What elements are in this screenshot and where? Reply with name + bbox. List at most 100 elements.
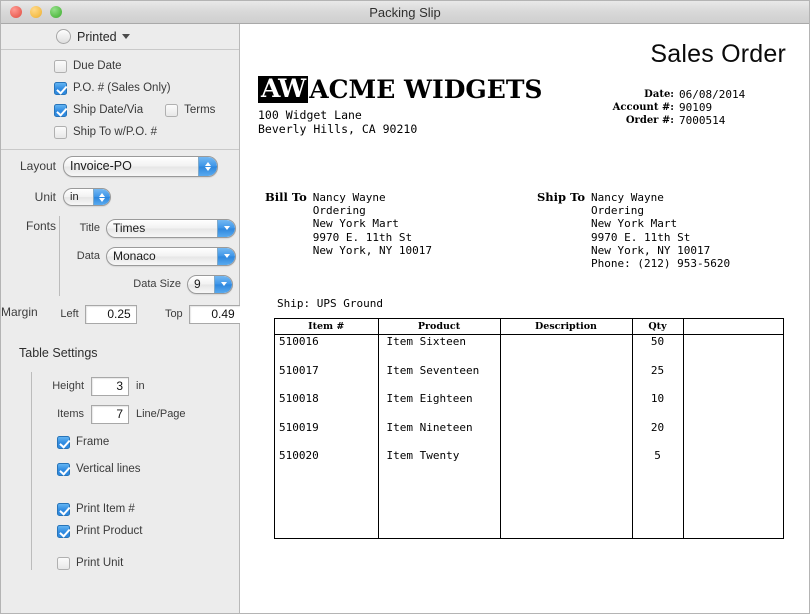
print-mode-popup[interactable]: Printed (1, 24, 239, 49)
fonts-fields: Title Times Data Monaco Data Size 9 (60, 214, 239, 298)
checkbox-frame[interactable] (57, 435, 70, 449)
stepper-icon[interactable] (214, 275, 232, 293)
column-header-description: Description (500, 319, 633, 335)
stepper-icon[interactable] (217, 247, 235, 265)
checkbox-label-po-number: P.O. # (Sales Only) (73, 82, 171, 94)
cell-item: 510019 (275, 420, 379, 449)
meta-row-date: Date: 06/08/2014 (613, 88, 759, 101)
application-window: Packing Slip Printed Due Date P.O. # (Sa (0, 0, 810, 614)
checkbox-ship-date-via[interactable] (54, 103, 67, 117)
fonts-section: Fonts Title Times Data Monaco Data Size … (1, 212, 239, 298)
checkbox-vertical-lines[interactable] (57, 462, 70, 476)
font-title-select[interactable]: Times (106, 218, 236, 238)
chevron-down-icon (121, 34, 130, 39)
cell-filler (378, 477, 501, 538)
table-height-label: Height (52, 380, 84, 392)
bill-to-block: Bill To Nancy Wayne Ordering New York Ma… (265, 190, 432, 257)
font-data-size-row: Data Size 9 (60, 270, 239, 298)
checkbox-row-ship-to-wpo[interactable]: Ship To w/P.O. # (1, 121, 239, 143)
checkbox-print-product[interactable] (57, 524, 70, 538)
checkbox-row-vertical-lines[interactable]: Vertical lines (32, 457, 239, 481)
table-height-input[interactable]: 3 (91, 376, 129, 396)
close-button[interactable] (10, 6, 22, 18)
table-header-row: Item # Product Description Qty (275, 319, 783, 335)
column-header-qty: Qty (632, 319, 684, 335)
cell-product: Item Sixteen (378, 334, 501, 364)
cell-filler (275, 477, 379, 538)
checkbox-terms[interactable] (165, 103, 179, 117)
table-row: 510017 Item Seventeen 25 (275, 363, 783, 392)
cell-item: 510018 (275, 392, 379, 421)
margin-top-input[interactable]: 0.49 (188, 304, 241, 324)
font-data-size-label: Data Size (133, 278, 181, 290)
window-titlebar: Packing Slip (1, 1, 809, 24)
checkbox-row-ship-date-via[interactable]: Ship Date/Via Terms (1, 99, 239, 121)
checkbox-label-due-date: Due Date (73, 60, 122, 72)
table-items-label: Items (57, 408, 84, 420)
font-title-row: Title Times (60, 214, 239, 242)
cell-product: Item Seventeen (378, 363, 501, 392)
checkbox-row-due-date[interactable]: Due Date (1, 55, 239, 77)
table-row: 510020 Item Twenty 5 (275, 449, 783, 478)
table-items-input[interactable]: 7 (91, 404, 129, 424)
radio-icon (56, 29, 71, 44)
font-data-size-select[interactable]: 9 (187, 274, 233, 294)
font-data-select[interactable]: Monaco (106, 246, 236, 266)
cell-filler (683, 478, 783, 539)
checkbox-due-date[interactable] (54, 59, 67, 73)
checkbox-label-frame: Frame (76, 436, 110, 448)
unit-row: Unit in (1, 182, 239, 212)
company-name: ACME WIDGETS (309, 74, 543, 104)
print-mode-label: Printed (77, 29, 117, 44)
column-header-item: Item # (275, 319, 379, 335)
table-height-row: Height 3 in (32, 372, 239, 400)
meta-label-account: Account #: (612, 102, 674, 113)
checkbox-po-number[interactable] (54, 81, 67, 95)
checkbox-print-unit[interactable] (57, 556, 70, 570)
cell-filler (632, 477, 684, 538)
checkbox-label-ship-to-wpo: Ship To w/P.O. # (73, 126, 157, 138)
bill-to-address: Nancy Wayne Ordering New York Mart 9970 … (312, 191, 432, 257)
bill-to-heading: Bill To (265, 190, 307, 204)
fonts-group-label: Fonts (25, 219, 56, 233)
margin-left-input[interactable]: 0.25 (84, 304, 137, 324)
table-row: 510016 Item Sixteen 50 (275, 334, 783, 364)
layout-select[interactable]: Invoice-PO (63, 155, 218, 177)
company-logo-badge: AW (258, 76, 309, 103)
checkbox-row-print-product[interactable]: Print Product (32, 520, 239, 542)
checkbox-label-terms: Terms (184, 104, 216, 116)
font-title-label: Title (79, 222, 100, 234)
unit-select[interactable]: in (63, 188, 111, 206)
font-data-row: Data Monaco (60, 242, 239, 270)
table-filler-row (275, 477, 783, 539)
cell-description (500, 392, 633, 421)
stepper-icon[interactable] (198, 156, 217, 176)
checkbox-row-po-number[interactable]: P.O. # (Sales Only) (1, 77, 239, 99)
checkbox-row-frame[interactable]: Frame (32, 430, 239, 454)
checkbox-print-item-number[interactable] (57, 502, 70, 516)
checkbox-label-print-unit: Print Unit (76, 557, 124, 569)
table-settings-section: Height 3 in Items 7 Line/Page Frame Vert… (1, 360, 239, 574)
settings-sidebar: Printed Due Date P.O. # (Sales Only) Shi… (1, 24, 241, 613)
table-items-unit: Line/Page (136, 408, 186, 420)
table-row: 510018 Item Eighteen 10 (275, 392, 783, 421)
line-items-table: Item # Product Description Qty 510016 It… (275, 319, 783, 538)
stepper-icon[interactable] (93, 189, 110, 205)
meta-value-date: 06/08/2014 (679, 88, 746, 101)
document-preview-pane[interactable]: Sales Order AW ACME WIDGETS 100 Widget L… (240, 24, 809, 613)
sales-order-document: Sales Order AW ACME WIDGETS 100 Widget L… (240, 24, 809, 613)
checkbox-row-print-unit[interactable]: Print Unit (32, 552, 239, 574)
cell-description (500, 449, 633, 478)
zoom-button[interactable] (50, 6, 62, 18)
cell-filler (500, 477, 633, 538)
minimize-button[interactable] (30, 6, 42, 18)
layout-row: Layout Invoice-PO (1, 150, 239, 182)
meta-label-order: Order #: (625, 115, 674, 126)
table-row: 510019 Item Nineteen 20 (275, 420, 783, 449)
line-items-table-frame: Item # Product Description Qty 510016 It… (274, 318, 784, 539)
cell-qty: 50 (632, 334, 684, 364)
checkbox-row-print-item-number[interactable]: Print Item # (32, 498, 239, 520)
stepper-icon[interactable] (217, 219, 235, 237)
checkbox-ship-to-wpo[interactable] (54, 125, 67, 139)
table-height-unit: in (136, 380, 145, 392)
